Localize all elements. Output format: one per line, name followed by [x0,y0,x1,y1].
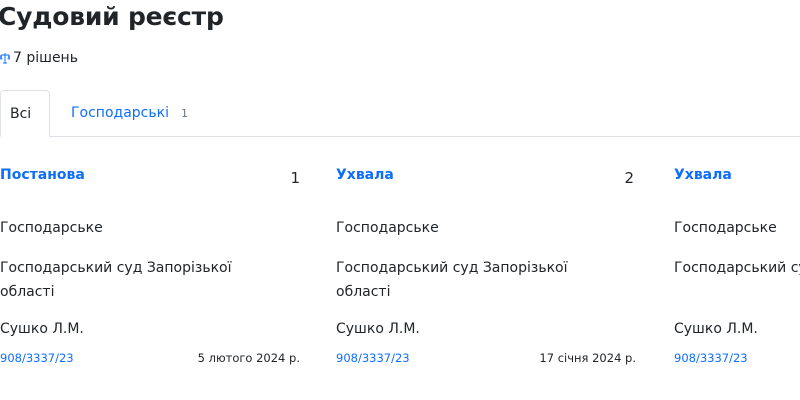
case-category: Господарське [336,220,439,236]
decisions-count-label: 7 рішень [13,50,78,66]
decision-index: 1 [290,169,300,187]
court-name: Господарський суд Запорізької області [0,260,232,300]
tabs-bar: Всі Господарські 1 [0,90,800,137]
decision-date: 17 січня 2024 р. [539,351,636,365]
case-number-link[interactable]: 908/3337/23 [674,351,748,365]
decision-type-link[interactable]: Ухвала [336,167,394,183]
case-category: Господарське [674,220,777,236]
decision-index: 2 [624,169,634,187]
tab-commercial-label: Господарські [71,105,169,121]
decisions-count: 7 рішень [0,50,78,66]
tab-commercial[interactable]: Господарські 1 [71,90,188,136]
decision-card-3: Ухвала Господарське Господарський суд За… [674,160,800,380]
case-category: Господарське [0,220,103,236]
court-name: Господарський суд Запорізької області [674,260,800,276]
judge-name: Сушко Л.М. [336,321,420,337]
decision-type-link[interactable]: Ухвала [674,167,732,183]
page-title: Судовий реєстр [0,2,224,31]
case-number-link[interactable]: 908/3337/23 [336,351,410,365]
court-registry-page: Судовий реєстр 7 рішень Всі Господарські… [0,0,800,400]
tab-commercial-count: 1 [180,106,188,120]
judge-name: Сушко Л.М. [0,321,84,337]
court-name: Господарський суд Запорізької області [336,260,568,300]
scales-icon [0,53,10,64]
decision-card-2: Ухвала 2 Господарське Господарський суд … [336,160,636,380]
judge-name: Сушко Л.М. [674,321,758,337]
decision-type-link[interactable]: Постанова [0,167,85,183]
decision-card-1: Постанова 1 Господарське Господарський с… [0,160,300,380]
tab-all[interactable]: Всі [0,90,50,137]
case-number-link[interactable]: 908/3337/23 [0,351,74,365]
decision-date: 5 лютого 2024 р. [197,351,300,365]
tab-all-label: Всі [10,105,32,122]
